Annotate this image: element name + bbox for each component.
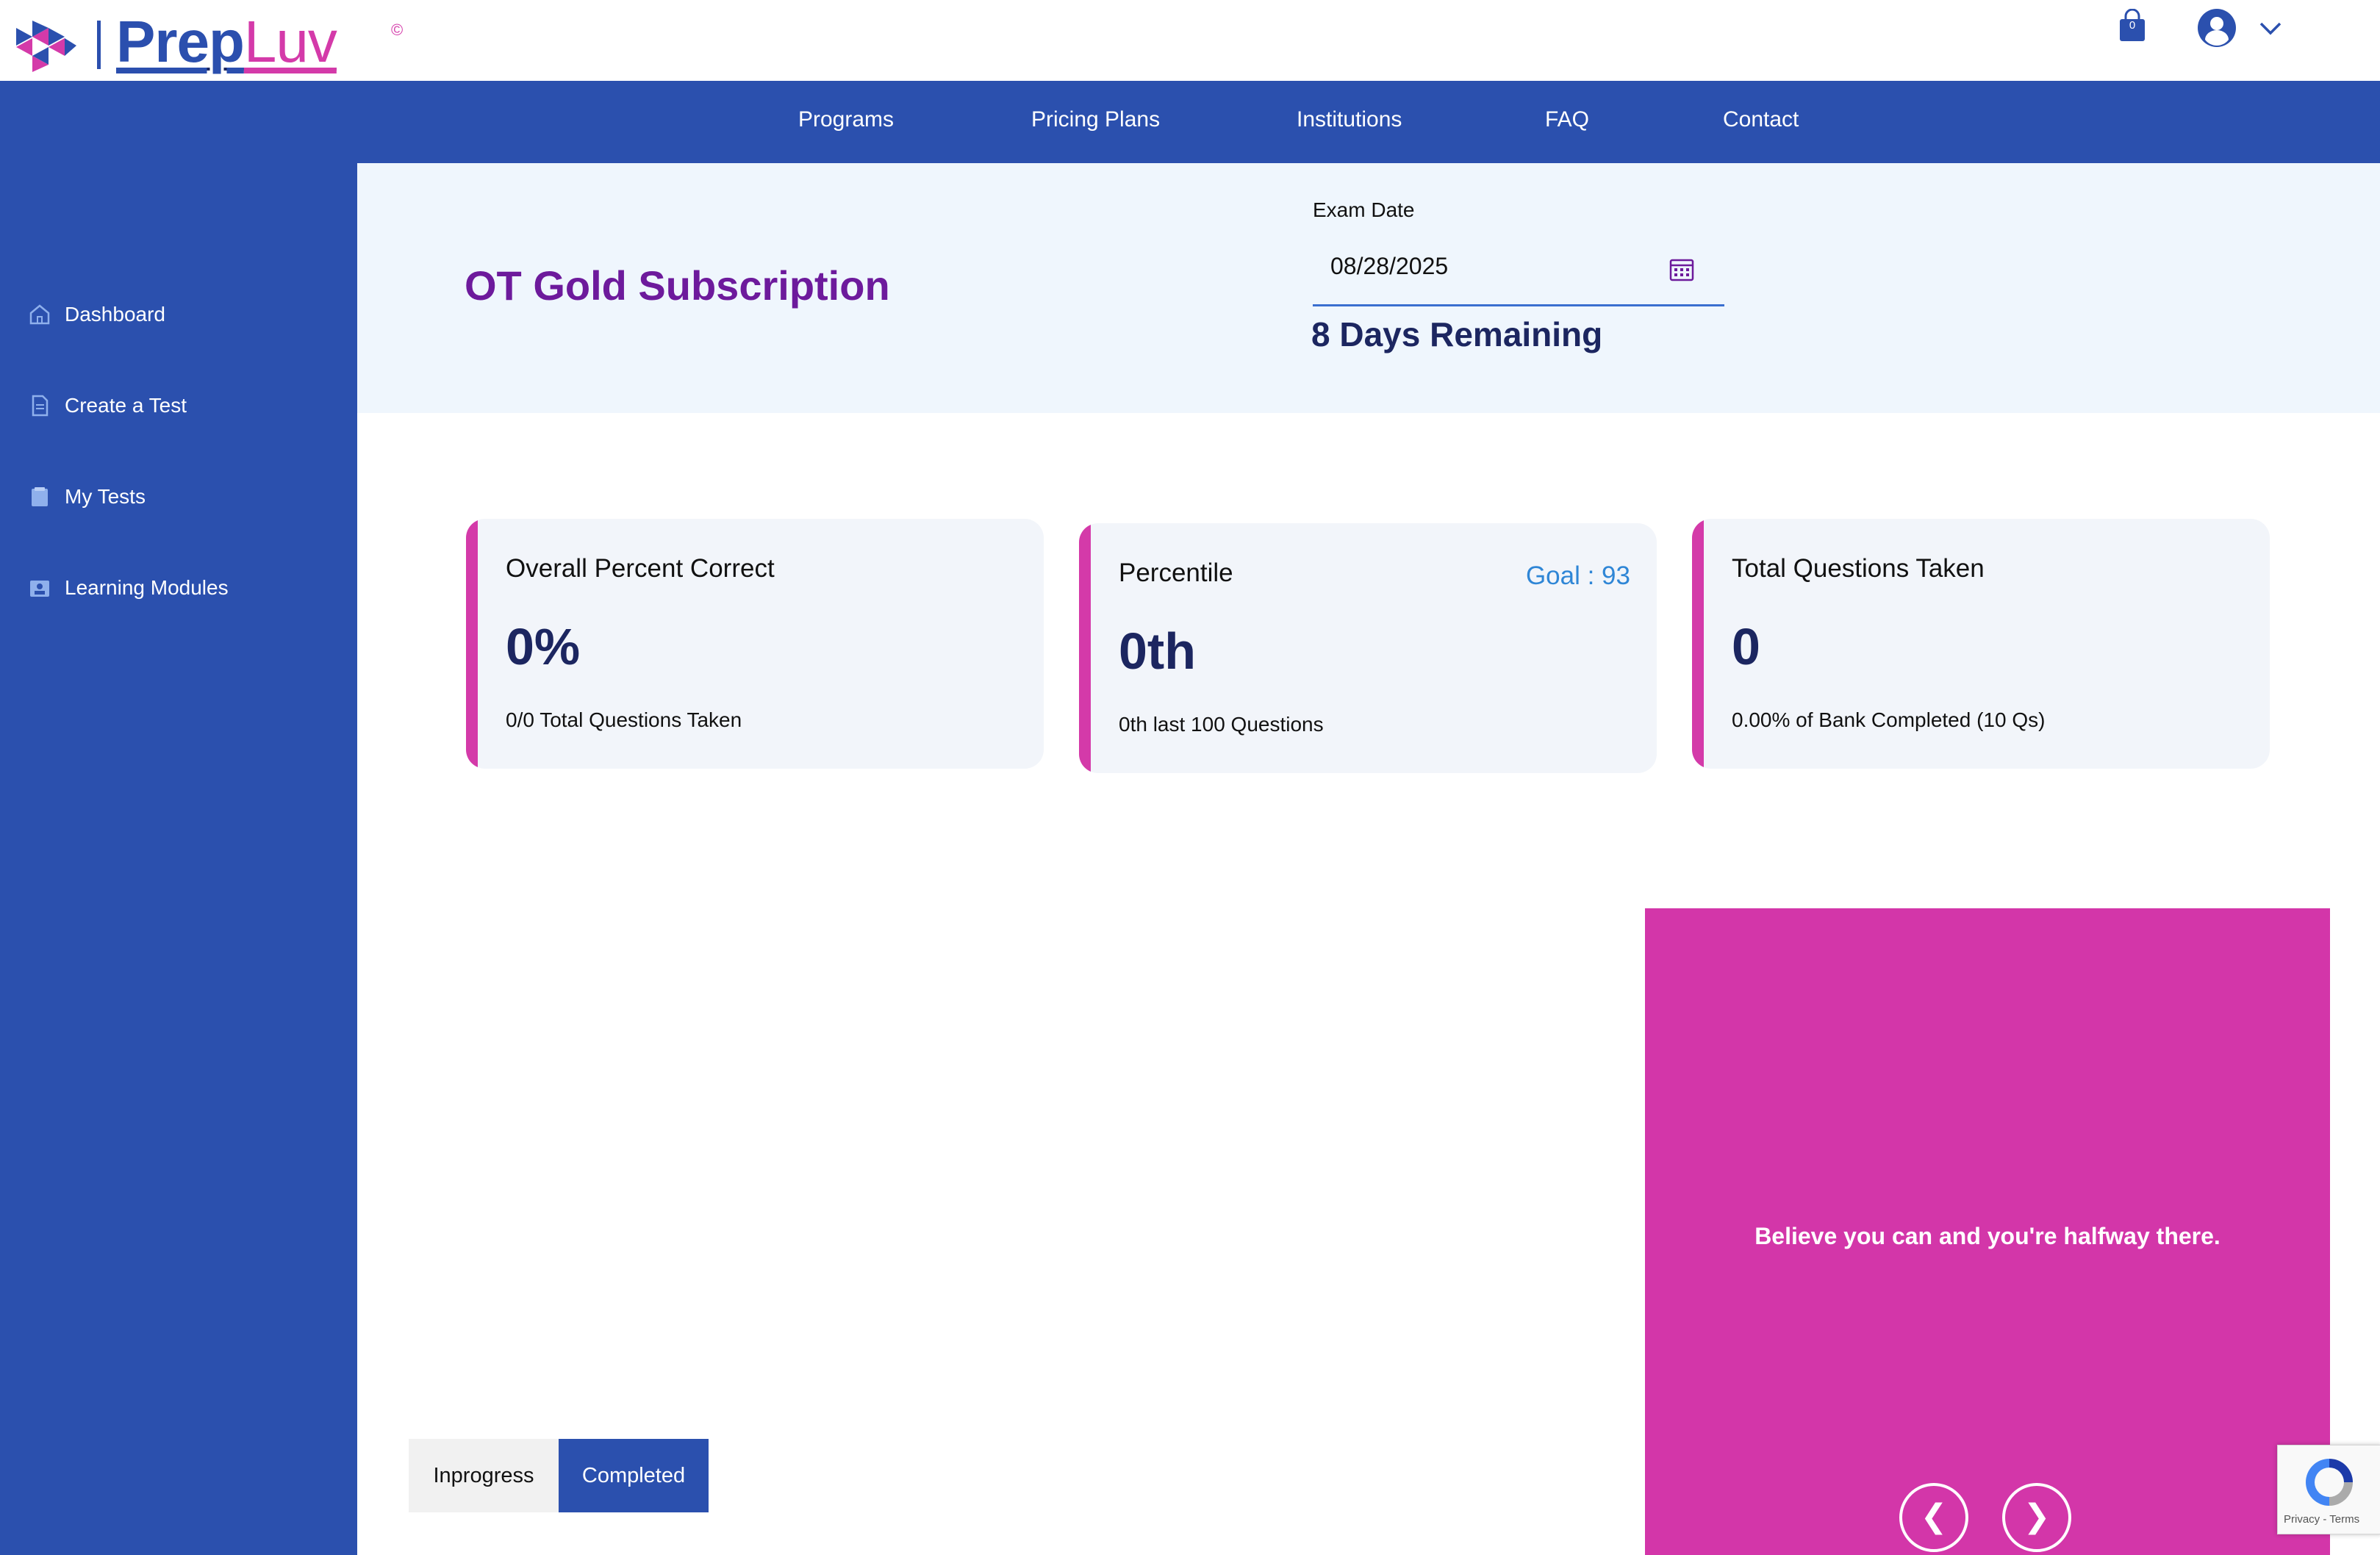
tab-completed[interactable]: Completed	[559, 1439, 709, 1512]
home-icon	[29, 304, 50, 325]
card-subtext: 0th last 100 Questions	[1119, 713, 1324, 736]
card-value: 0	[1732, 618, 1760, 675]
logo-prep-text: Prep	[116, 9, 245, 74]
main-nav: Programs Pricing Plans Institutions FAQ …	[0, 81, 2380, 163]
nav-pricing-plans[interactable]: Pricing Plans	[1031, 107, 1160, 132]
recaptcha-icon	[2306, 1459, 2353, 1506]
prev-slide-button[interactable]: ❮	[1899, 1483, 1968, 1552]
sidebar-item-label: Learning Modules	[65, 576, 229, 599]
sidebar: Dashboard Create a Test My Tests Learnin…	[0, 163, 357, 1555]
cart-count: 0	[2129, 19, 2136, 32]
page-title: OT Gold Subscription	[465, 262, 890, 309]
exam-date-label: Exam Date	[1313, 198, 1415, 221]
chevron-down-icon[interactable]	[2257, 15, 2284, 41]
next-slide-button[interactable]: ❯	[2002, 1483, 2071, 1552]
quote-slider: Believe you can and you're halfway there…	[1645, 908, 2330, 1555]
sidebar-item-label: Create a Test	[65, 394, 187, 417]
card-title: Percentile	[1119, 559, 1233, 587]
sidebar-item-learning-modules[interactable]: Learning Modules	[28, 566, 229, 610]
stat-card-percentile: Percentile Goal : 93 0th 0th last 100 Qu…	[1079, 523, 1657, 773]
copyright-mark: ©	[391, 21, 404, 39]
logo-luv-text: Luv	[243, 9, 337, 74]
stat-card-percent-correct: Overall Percent Correct 0% 0/0 Total Que…	[466, 519, 1044, 769]
document-icon	[32, 395, 49, 417]
sidebar-item-label: Dashboard	[65, 303, 165, 326]
goal-label: Goal : 93	[1525, 561, 1630, 590]
modules-icon	[30, 581, 49, 597]
card-subtext: 0/0 Total Questions Taken	[506, 708, 742, 731]
sidebar-item-label: My Tests	[65, 485, 146, 508]
nav-institutions[interactable]: Institutions	[1297, 107, 1402, 132]
user-avatar-icon[interactable]	[2196, 7, 2237, 49]
nav-programs[interactable]: Programs	[798, 107, 894, 132]
quote-text: Believe you can and you're halfway there…	[1754, 1223, 2221, 1249]
tab-inprogress[interactable]: Inprogress	[409, 1439, 559, 1512]
sidebar-item-dashboard[interactable]: Dashboard	[28, 292, 165, 337]
stat-card-total-questions: Total Questions Taken 0 0.00% of Bank Co…	[1692, 519, 2270, 769]
calendar-icon[interactable]	[1668, 256, 1695, 282]
card-subtext: 0.00% of Bank Completed (10 Qs)	[1732, 708, 2046, 731]
recaptcha-badge[interactable]: Privacy - Terms	[2277, 1445, 2380, 1534]
logo-icon[interactable]	[16, 21, 76, 72]
exam-date-field[interactable]: 08/28/2025	[1313, 240, 1724, 306]
card-value: 0%	[506, 618, 581, 675]
recaptcha-privacy-terms[interactable]: Privacy - Terms	[2284, 1513, 2379, 1526]
nav-faq[interactable]: FAQ	[1545, 107, 1589, 132]
logo-wordmark[interactable]: PrepLuv	[116, 9, 337, 75]
card-value: 0th	[1119, 622, 1196, 680]
sidebar-item-my-tests[interactable]: My Tests	[28, 475, 146, 519]
card-title: Total Questions Taken	[1732, 554, 1985, 583]
card-title: Overall Percent Correct	[506, 554, 775, 583]
logo-divider	[97, 21, 101, 69]
top-header: PrepLuv © 0	[0, 0, 2380, 81]
tests-icon	[32, 487, 48, 506]
sidebar-item-create-test[interactable]: Create a Test	[28, 384, 187, 428]
exam-date-value: 08/28/2025	[1330, 253, 1449, 279]
nav-contact[interactable]: Contact	[1723, 107, 1799, 132]
days-remaining: 8 Days Remaining	[1311, 315, 1603, 353]
